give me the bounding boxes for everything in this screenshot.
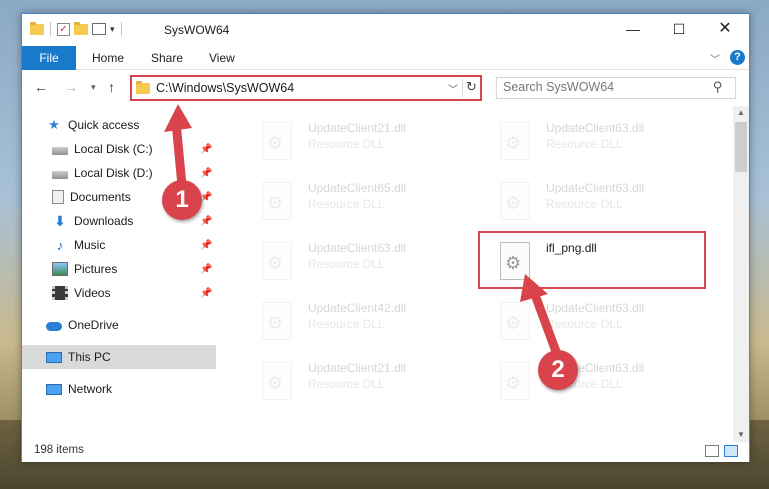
annotation-arrows bbox=[164, 104, 566, 370]
step-2-badge: 2 bbox=[538, 350, 578, 390]
step-1-badge: 1 bbox=[162, 180, 202, 220]
